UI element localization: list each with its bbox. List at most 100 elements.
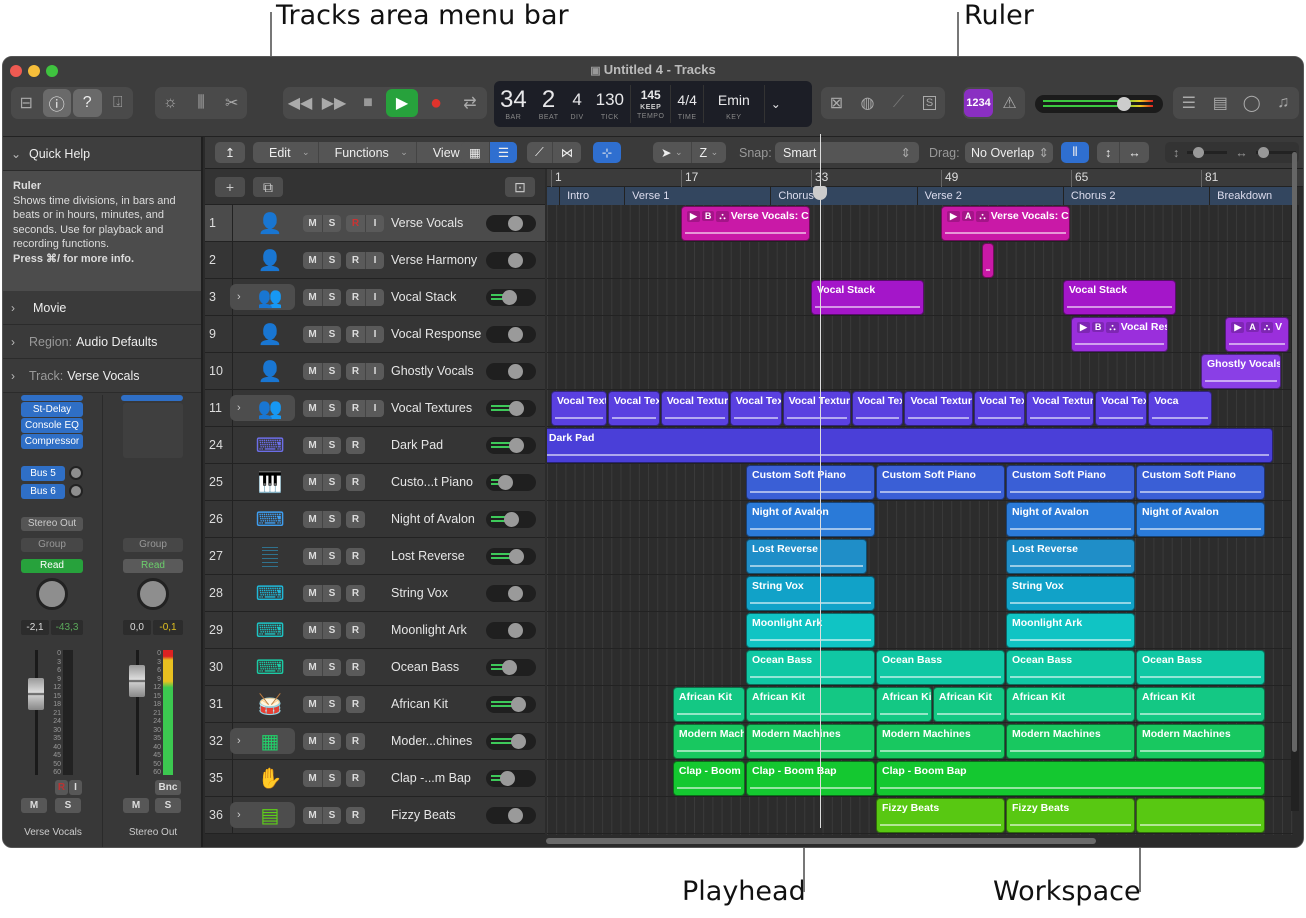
toggle-knob[interactable] — [508, 253, 523, 268]
send-level-knob[interactable] — [69, 484, 83, 498]
vertical-zoom-slider[interactable] — [1187, 147, 1228, 158]
toggle-knob[interactable] — [511, 697, 526, 712]
region[interactable]: Vocal Stack — [811, 280, 924, 315]
take-folder-control[interactable]: ▶ — [947, 211, 960, 222]
rewind-button[interactable]: ◀◀ — [284, 89, 316, 117]
track-name[interactable]: Clap -...m Bap — [391, 771, 471, 785]
mute-button[interactable]: M — [303, 622, 322, 639]
mute-button[interactable]: M — [21, 798, 47, 813]
replace-button[interactable]: ⊠ — [822, 89, 851, 117]
pan-knob[interactable] — [36, 578, 68, 610]
take-folder-control[interactable]: ▶ — [1077, 322, 1090, 333]
stop-button[interactable]: ■ — [352, 89, 384, 117]
region[interactable]: Ocean Bass — [876, 650, 1005, 685]
track-lane[interactable] — [547, 316, 1293, 353]
lcd-key[interactable]: Emin KEY — [704, 81, 764, 127]
region[interactable]: ▶B⛬Verse Vocals: Comp B — [681, 206, 810, 241]
track-header[interactable]: 25 🎹 M S R Custo...t Piano — [205, 464, 545, 501]
region[interactable]: ▶B⛬Vocal Respon — [1071, 317, 1168, 352]
track-header[interactable]: 30 ⌨ M S R Ocean Bass — [205, 649, 545, 686]
track-volume-toggle[interactable] — [486, 252, 536, 269]
loop-browser-button[interactable]: ◯ — [1237, 89, 1267, 117]
arrangement-track[interactable]: Intro Verse 1 Chorus 1 Verse 2 Chorus 2 Break… — [547, 187, 1293, 205]
mute-button[interactable]: M — [303, 548, 322, 565]
track-header[interactable]: 10 👤 M S R I Ghostly Vocals — [205, 353, 545, 390]
vertical-scroll-thumb[interactable] — [1292, 152, 1297, 752]
toggle-knob[interactable] — [498, 475, 513, 490]
catch-button[interactable]: ⊹ — [593, 142, 621, 163]
lcd-menu-button[interactable]: ⌄ — [765, 81, 787, 127]
input-monitor-button[interactable]: I — [69, 780, 82, 795]
plugin-slot[interactable]: Console EQ — [21, 418, 83, 433]
mute-button[interactable]: M — [303, 474, 322, 491]
arrangement-marker[interactable]: Chorus 1 — [770, 187, 916, 205]
solo-button[interactable]: S — [322, 400, 341, 417]
track-header[interactable]: 31 🥁 M S R African Kit — [205, 686, 545, 723]
inspector-button[interactable]: ⓘ — [42, 89, 71, 117]
mute-button[interactable]: M — [303, 400, 322, 417]
track-name[interactable]: Dark Pad — [391, 438, 443, 452]
track-header[interactable]: 26 ⌨ M S R Night of Avalon — [205, 501, 545, 538]
region[interactable]: Custom Soft Piano — [1136, 465, 1265, 500]
region[interactable]: Ocean Bass — [1136, 650, 1265, 685]
flex-button[interactable]: ⋈ — [553, 142, 582, 163]
edit-menu[interactable]: Edit ⌄ — [253, 142, 319, 163]
input-monitor-button[interactable]: I — [365, 289, 384, 306]
region[interactable]: Lost Reverse — [746, 539, 867, 574]
region[interactable]: Night of Avalon — [746, 502, 875, 537]
plugin-slot[interactable]: Compressor — [21, 434, 83, 449]
region[interactable]: ▶ A ⛬ V — [1225, 317, 1290, 352]
input-monitor-button[interactable]: I — [365, 400, 384, 417]
track-name[interactable]: String Vox — [391, 586, 448, 600]
editors-button[interactable]: ✂ — [217, 89, 246, 117]
region[interactable]: African Kit — [1006, 687, 1135, 722]
track-lane[interactable] — [547, 538, 1293, 575]
solo-button[interactable]: S — [915, 89, 944, 117]
group-slot[interactable]: Group — [21, 538, 83, 552]
track-header[interactable]: 28 ⌨ M S R String Vox — [205, 575, 545, 612]
record-enable-button[interactable]: R — [346, 659, 365, 676]
region[interactable]: Vocal Text — [973, 391, 1026, 426]
slider-thumb[interactable] — [1257, 147, 1269, 158]
volume-fader[interactable] — [129, 665, 145, 697]
region[interactable]: African Kit — [932, 687, 1005, 722]
arrangement-marker[interactable]: Breakdown — [1209, 187, 1293, 205]
solo-button[interactable]: S — [322, 252, 341, 269]
track-lane[interactable] — [547, 353, 1293, 390]
track-header[interactable]: 1 👤 M S R I Verse Vocals — [205, 205, 545, 242]
track-name[interactable]: Verse Harmony — [391, 253, 477, 267]
track-volume-toggle[interactable] — [486, 474, 536, 491]
mute-button[interactable]: M — [303, 585, 322, 602]
region[interactable]: Modern Machines — [746, 724, 875, 759]
region-section[interactable]: › Region: Audio Defaults — [3, 325, 201, 359]
drag-select[interactable]: No Overlap ⇕ — [965, 142, 1053, 163]
toggle-knob[interactable] — [504, 512, 519, 527]
mute-button[interactable]: M — [303, 770, 322, 787]
take-folder-control[interactable]: ⛬ — [976, 211, 989, 222]
region[interactable]: Clap - Boom Bap — [876, 761, 1265, 796]
track-volume-toggle[interactable] — [486, 696, 536, 713]
solo-button[interactable]: S — [322, 659, 341, 676]
functions-menu[interactable]: Functions ⌄ — [319, 142, 417, 163]
track-header[interactable]: 3 › 👥 M S R I Vocal Stack — [205, 279, 545, 316]
solo-button[interactable]: S — [322, 622, 341, 639]
workspace[interactable]: ▶B⛬Verse Vocals: Comp B▶A⛬Verse Vocals: … — [547, 205, 1293, 835]
track-name[interactable]: Vocal Response — [391, 327, 481, 341]
record-enable-button[interactable]: R — [346, 511, 365, 528]
solo-button[interactable]: S — [155, 798, 181, 813]
movie-section[interactable]: › Movie — [3, 291, 201, 325]
metronome-button[interactable]: ⚠ — [995, 89, 1024, 117]
region[interactable]: Night of Avalon — [1136, 502, 1265, 537]
waveform-zoom-button[interactable]: ⦀ — [1061, 142, 1089, 163]
region[interactable]: Voca — [1148, 391, 1213, 426]
global-tracks-button[interactable]: ⊡ — [505, 177, 535, 197]
arrangement-marker[interactable]: Chorus 2 — [1062, 187, 1209, 205]
bounce-button[interactable]: Bnc — [155, 780, 181, 795]
record-enable-button[interactable]: R — [346, 733, 365, 750]
region[interactable]: Fizzy Beats — [876, 798, 1005, 833]
mute-button[interactable]: M — [303, 252, 322, 269]
record-enable-button[interactable]: R — [346, 289, 365, 306]
toggle-knob[interactable] — [502, 290, 517, 305]
region[interactable]: Night of Avalon — [1006, 502, 1135, 537]
region[interactable]: Modern Machines — [1006, 724, 1135, 759]
